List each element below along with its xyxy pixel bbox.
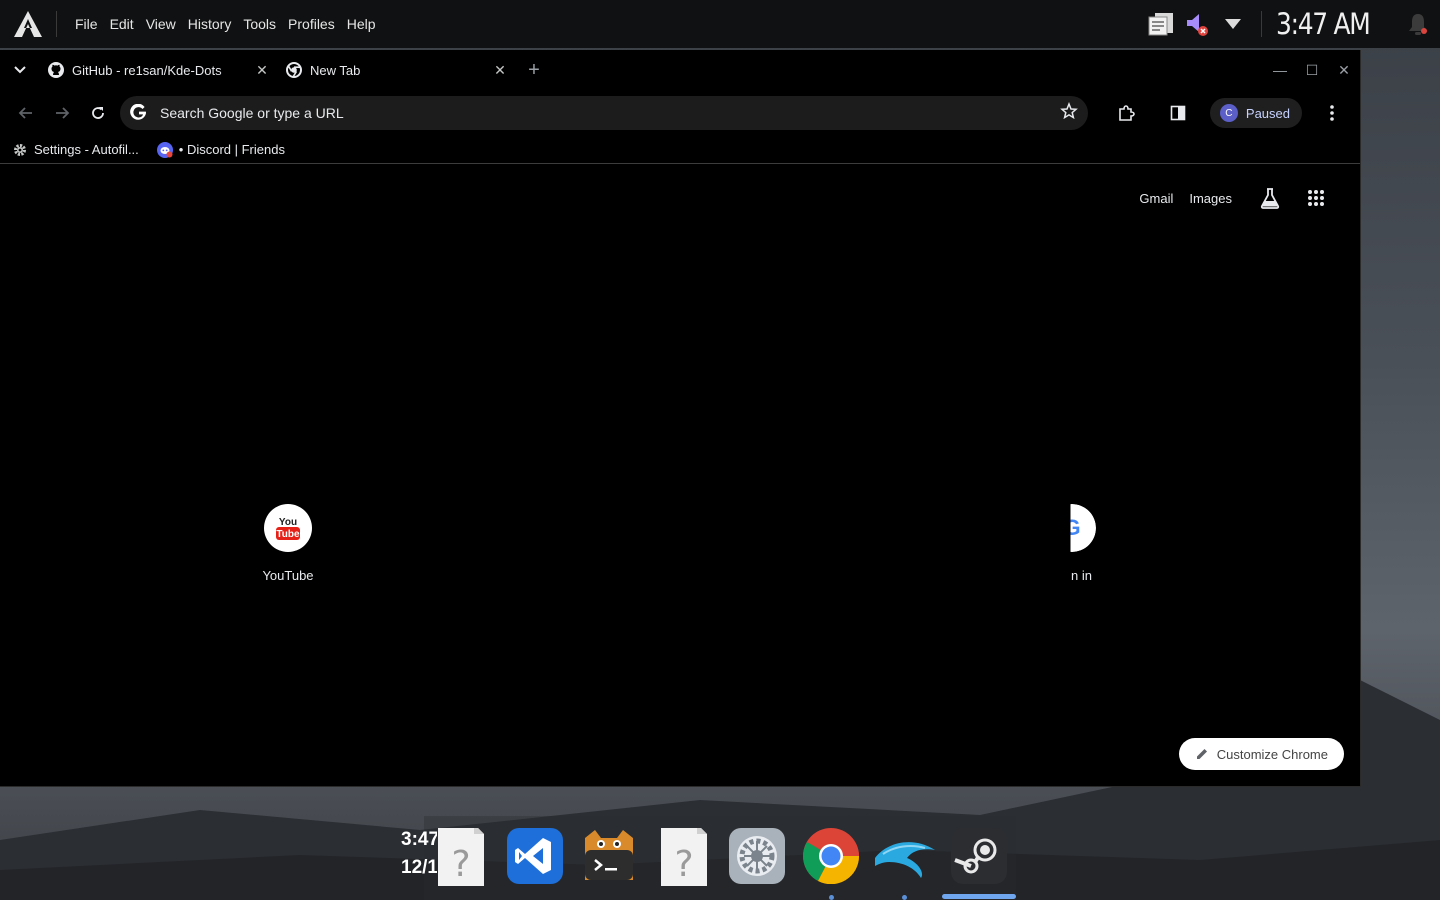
back-arrow-icon[interactable] (8, 95, 44, 131)
side-panel-icon[interactable] (1158, 95, 1198, 131)
bookmarks-bar: Settings - Autofil... • Discord | Friend… (0, 136, 1360, 164)
github-icon (48, 62, 64, 78)
bookmark-settings[interactable]: Settings - Autofil... (12, 142, 139, 158)
settings-icon[interactable] (729, 828, 785, 884)
bookmark-discord[interactable]: • Discord | Friends (156, 141, 285, 158)
panel-separator (56, 11, 57, 37)
new-tab-plus-icon[interactable]: + (520, 56, 548, 84)
shortcut-youtube[interactable]: You Tube YouTube (248, 504, 328, 583)
profile-chip[interactable]: C Paused (1209, 98, 1302, 128)
menu-profiles[interactable]: Profiles (282, 16, 341, 32)
omnibox-input[interactable] (160, 105, 1060, 121)
notification-bell-icon[interactable] (1400, 0, 1436, 48)
menu-edit[interactable]: Edit (104, 16, 140, 32)
window-controls: — ☐ ✕ (1264, 50, 1360, 90)
shortcut-label: n in (1071, 568, 1092, 583)
tab-close-icon[interactable]: ✕ (492, 62, 508, 78)
reload-icon[interactable] (80, 95, 116, 131)
menu-tools[interactable]: Tools (237, 16, 282, 32)
tray-separator (1261, 11, 1262, 37)
google-g-icon (130, 103, 148, 122)
kebab-menu-icon[interactable] (1312, 95, 1352, 131)
chrome-icon (286, 62, 302, 78)
arch-logo-icon[interactable] (0, 0, 56, 48)
steam-icon[interactable] (951, 828, 1007, 884)
tab-strip: GitHub - re1san/Kde-Dots ✕ New Tab ✕ + —… (0, 50, 1360, 90)
pencil-icon (1196, 749, 1207, 759)
menu-help[interactable]: Help (341, 16, 382, 32)
svg-text:?: ? (674, 844, 693, 885)
tab-title: GitHub - re1san/Kde-Dots (72, 62, 222, 78)
new-tab-page: Gmail Images You Tube YouTube G n in Cust… (0, 164, 1360, 786)
avatar: C (1219, 104, 1238, 122)
tray-expand-icon[interactable] (1215, 0, 1251, 48)
svg-text:G: G (1063, 515, 1080, 540)
active-app-indicator (942, 894, 1016, 899)
discord-icon (156, 141, 173, 158)
top-panel: File Edit View History Tools Profiles He… (0, 0, 1440, 48)
running-indicator (902, 895, 907, 900)
chrome-icon[interactable] (803, 828, 860, 885)
apps-grid-icon[interactable] (1302, 184, 1330, 212)
tab-search-chevron-icon[interactable] (0, 50, 40, 90)
bookmark-title: • Discord | Friends (178, 142, 285, 157)
tab-new-tab[interactable]: New Tab ✕ (278, 50, 516, 90)
ntp-top-links: Gmail Images (1139, 184, 1340, 212)
clipboard-icon[interactable] (1143, 0, 1179, 48)
maximize-icon[interactable]: ☐ (1296, 50, 1328, 90)
unknown-file-icon[interactable]: ? (432, 824, 488, 886)
unknown-file-icon[interactable]: ? (655, 824, 711, 886)
tab-title: New Tab (310, 62, 361, 78)
volume-muted-icon[interactable] (1179, 0, 1215, 48)
menu-view[interactable]: View (140, 16, 182, 32)
images-link[interactable]: Images (1189, 191, 1232, 206)
vscode-icon[interactable] (507, 828, 563, 884)
bookmark-title: Settings - Autofil... (34, 142, 139, 157)
menu-history[interactable]: History (182, 16, 238, 32)
system-tray: 3:47 AM (1143, 0, 1440, 48)
tab-github[interactable]: GitHub - re1san/Kde-Dots ✕ (40, 50, 278, 90)
customize-chrome-button[interactable]: Customize Chrome (1178, 738, 1344, 770)
menu-file[interactable]: File (69, 16, 104, 32)
gmail-link[interactable]: Gmail (1139, 191, 1173, 206)
global-menu: File Edit View History Tools Profiles He… (69, 16, 382, 32)
panel-clock[interactable]: 3:47 AM (1276, 7, 1377, 41)
customize-label: Customize Chrome (1216, 746, 1328, 762)
gear-icon (12, 142, 28, 158)
svg-text:?: ? (451, 844, 470, 885)
profile-status: Paused (1245, 105, 1290, 121)
running-indicator (829, 895, 834, 900)
browser-window: GitHub - re1san/Kde-Dots ✕ New Tab ✕ + —… (0, 50, 1361, 787)
google-icon: G (1048, 504, 1096, 552)
svg-text:Tube: Tube (276, 529, 300, 540)
bookmark-star-icon[interactable] (1060, 101, 1078, 125)
forward-arrow-icon[interactable] (44, 95, 80, 131)
dolphin-icon[interactable] (873, 828, 935, 884)
window-close-icon[interactable]: ✕ (1328, 50, 1360, 90)
tab-close-icon[interactable]: ✕ (254, 62, 270, 78)
youtube-icon: You Tube (264, 504, 312, 552)
minimize-icon[interactable]: — (1264, 50, 1296, 90)
labs-flask-icon[interactable] (1256, 184, 1284, 212)
svg-text:You: You (279, 517, 297, 528)
terminal-icon[interactable] (581, 828, 637, 884)
extensions-puzzle-icon[interactable] (1106, 95, 1146, 131)
shortcut-label: YouTube (262, 568, 314, 583)
shortcut-google-signin[interactable]: G n in (1048, 504, 1098, 583)
omnibox[interactable] (120, 96, 1088, 130)
browser-toolbar: C Paused (0, 90, 1360, 136)
